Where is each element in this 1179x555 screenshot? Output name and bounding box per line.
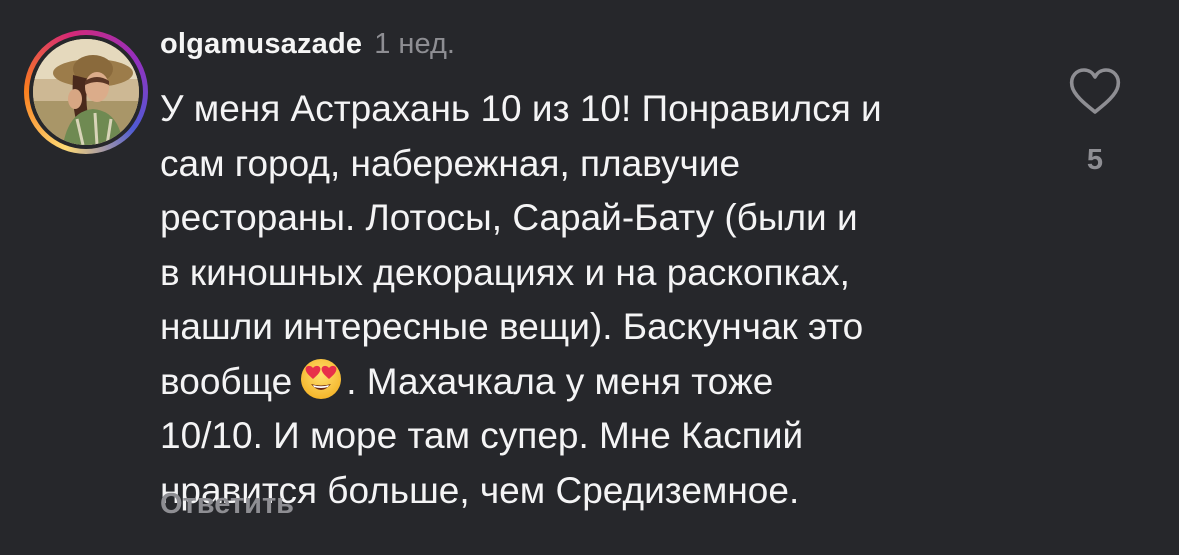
avatar-photo (33, 39, 139, 145)
comment: olgamusazade 1 нед. У меня Астрахань 10 … (0, 0, 1179, 555)
reply-button[interactable]: Ответить (160, 488, 294, 521)
comment-line-with-emoji: вообще . Махачкала у меня тоже (160, 355, 1030, 410)
comment-fragment: . Махачкала у меня тоже (346, 360, 774, 402)
like-count: 5 (1086, 144, 1104, 176)
avatar-story-ring[interactable] (24, 30, 148, 154)
comment-text: У меня Астрахань 10 из 10! Понравился и … (160, 82, 1030, 518)
comment-line: У меня Астрахань 10 из 10! Понравился и (160, 88, 882, 129)
heart-eyes-emoji-icon (301, 358, 342, 399)
comment-line: в киношных декорациях и на раскопках, (160, 251, 850, 293)
comment-line: рестораны. Лотосы, Сарай-Бату (были и (160, 197, 858, 238)
comment-time: 1 нед. (374, 28, 455, 60)
comment-line: сам город, набережная, плавучие (160, 142, 741, 184)
username[interactable]: olgamusazade (160, 28, 362, 61)
comment-line: 10/10. И море там супер. Мне Каспий (160, 415, 804, 456)
comment-line: нашли интересные вещи). Баскунчак это (160, 306, 864, 347)
comment-fragment: вообще (160, 360, 293, 402)
comment-header: olgamusazade 1 нед. (160, 28, 455, 68)
heart-icon[interactable] (1068, 66, 1122, 116)
avatar[interactable] (33, 39, 139, 145)
